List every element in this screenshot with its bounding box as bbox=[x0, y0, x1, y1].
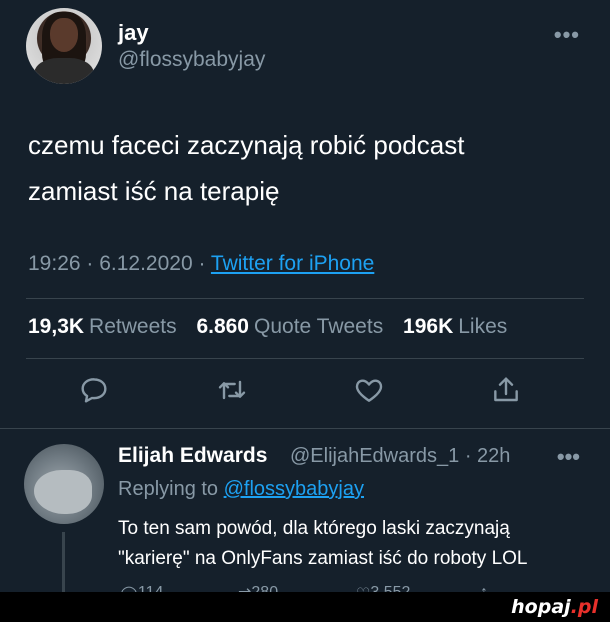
reply-display-name[interactable]: Elijah Edwards bbox=[118, 444, 267, 468]
reply-text-line: To ten sam powód, dla którego laski zacz… bbox=[118, 518, 510, 539]
display-name[interactable]: jay bbox=[118, 20, 149, 46]
source-link[interactable]: Twitter for iPhone bbox=[211, 252, 374, 275]
more-dots-icon[interactable]: ••• bbox=[554, 22, 580, 48]
watermark-logo: hopaj.pl bbox=[511, 596, 598, 618]
tweet-meta: 19:26 · 6.12.2020 · Twitter for iPhone bbox=[28, 252, 374, 276]
reply-handle-time[interactable]: @ElijahEdwards_1 · 22h bbox=[290, 445, 510, 468]
divider bbox=[26, 358, 584, 359]
divider bbox=[26, 298, 584, 299]
tweet-text-line: zamiast iść na terapię bbox=[28, 176, 280, 206]
reply-icon[interactable] bbox=[78, 374, 114, 410]
reply-text: To ten sam powód, dla którego laski zacz… bbox=[118, 514, 598, 574]
reply-more-dots-icon[interactable]: ••• bbox=[557, 444, 580, 470]
quotes-stat[interactable]: 6.860 Quote Tweets bbox=[196, 315, 383, 338]
replying-to: Replying to @flossybabyjay bbox=[118, 478, 364, 500]
reply-text-line: "karierę" na OnlyFans zamiast iść do rob… bbox=[118, 548, 528, 569]
likes-stat[interactable]: 196K Likes bbox=[403, 315, 507, 338]
watermark-bar: hopaj.pl bbox=[0, 592, 610, 622]
timestamp[interactable]: 19:26 · 6.12.2020 · bbox=[28, 252, 211, 275]
tweet-actions bbox=[0, 374, 610, 414]
thread-line bbox=[62, 532, 65, 592]
replying-to-link[interactable]: @flossybabyjay bbox=[224, 478, 364, 500]
like-icon[interactable] bbox=[353, 374, 389, 410]
retweets-stat[interactable]: 19,3K Retweets bbox=[28, 315, 177, 338]
tweet-text: czemu faceci zaczynają robić podcast zam… bbox=[28, 122, 588, 214]
tweet-text-line: czemu faceci zaczynają robić podcast bbox=[28, 130, 465, 160]
share-icon[interactable] bbox=[490, 374, 526, 410]
tweet-stats: 19,3K Retweets 6.860 Quote Tweets 196K Like… bbox=[28, 315, 521, 339]
avatar[interactable] bbox=[26, 8, 102, 84]
retweet-icon[interactable] bbox=[216, 374, 252, 410]
user-handle[interactable]: @flossybabyjay bbox=[118, 48, 265, 72]
divider bbox=[0, 428, 610, 429]
reply-avatar[interactable] bbox=[24, 444, 104, 524]
